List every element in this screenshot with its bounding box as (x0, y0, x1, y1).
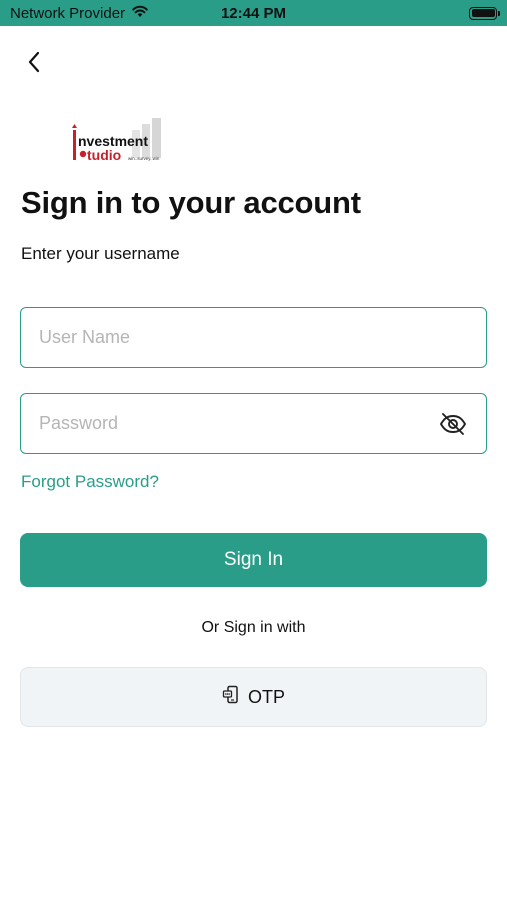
page-title: Sign in to your account (21, 185, 361, 220)
battery-icon (469, 6, 500, 20)
svg-text:tudio: tudio (87, 147, 121, 163)
back-button[interactable] (18, 46, 50, 78)
password-field[interactable] (20, 393, 487, 454)
username-input[interactable] (39, 327, 468, 348)
sign-in-label: Sign In (223, 549, 284, 570)
battery-fill (471, 9, 495, 17)
wifi-icon (131, 4, 149, 22)
status-bar: Network Provider 12:44 PM (0, 0, 507, 26)
password-input[interactable] (39, 413, 438, 434)
svg-text:win..survey..win: win..survey..win (128, 156, 160, 161)
username-field[interactable] (20, 307, 487, 368)
phone-otp-icon (222, 685, 242, 710)
otp-label: OTP (247, 686, 285, 707)
chevron-left-icon (28, 51, 40, 73)
page-subtitle: Enter your username (21, 244, 180, 263)
eye-slash-icon[interactable] (438, 409, 468, 439)
or-sign-in-with-text: Or Sign in with (201, 619, 306, 636)
app-logo: nvestment tudio win..survey..win (70, 116, 176, 168)
otp-button[interactable]: OTP (20, 667, 487, 727)
sign-in-button[interactable]: Sign In (20, 533, 487, 587)
status-left: Network Provider (10, 4, 149, 22)
forgot-password-link[interactable]: Forgot Password? (21, 472, 159, 492)
carrier-label: Network Provider (10, 4, 126, 22)
